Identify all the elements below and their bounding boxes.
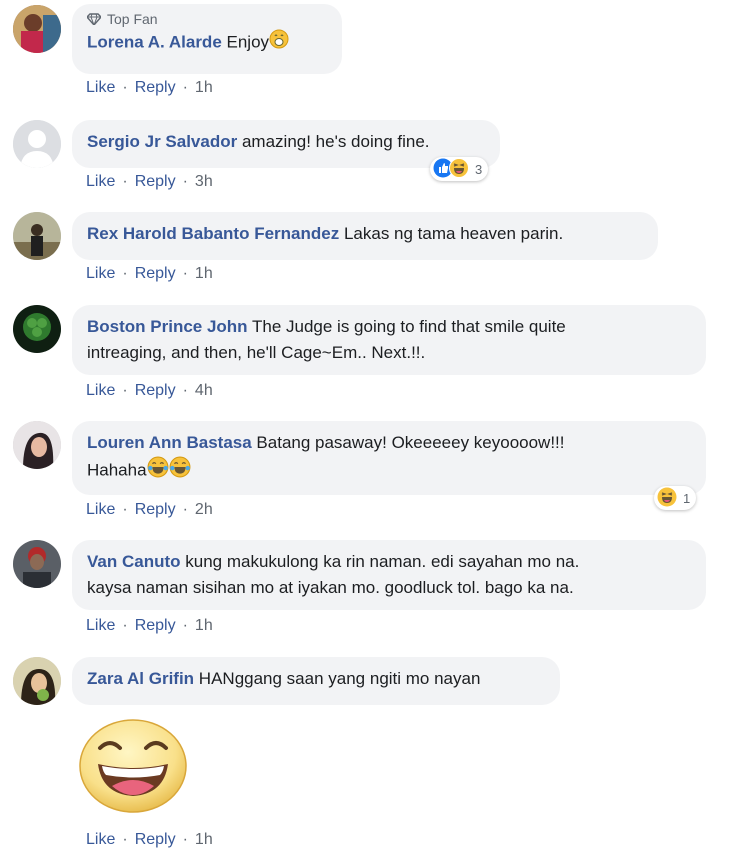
tears-of-joy-emoji-icon <box>169 456 191 486</box>
like-link[interactable]: Like <box>86 173 115 190</box>
comment-actions: Like · Reply · 1h <box>86 264 213 284</box>
comment-text: Lakas ng tama heaven parin. <box>343 224 564 243</box>
reply-link[interactable]: Reply <box>135 501 176 518</box>
reply-link[interactable]: Reply <box>135 382 176 399</box>
avatar[interactable] <box>13 657 61 705</box>
reply-link[interactable]: Reply <box>135 265 176 282</box>
separator: · <box>122 382 128 399</box>
haha-reaction-icon <box>657 487 677 510</box>
top-fan-label: Top Fan <box>107 11 158 27</box>
comment-actions: Like · Reply · 3h <box>86 172 213 192</box>
comment-actions: Like · Reply · 4h <box>86 381 213 401</box>
reply-link[interactable]: Reply <box>135 173 176 190</box>
comment-text: HANggang saan yang ngiti mo nayan <box>198 669 481 688</box>
smiley-sticker-icon[interactable] <box>78 714 188 814</box>
timestamp[interactable]: 2h <box>195 501 213 518</box>
timestamp[interactable]: 1h <box>195 265 213 282</box>
timestamp[interactable]: 3h <box>195 173 213 190</box>
reply-link[interactable]: Reply <box>135 831 176 848</box>
comment-text: amazing! he's doing fine. <box>241 132 430 151</box>
separator: · <box>122 617 128 634</box>
separator: · <box>182 831 188 848</box>
comment-text: The Judge is going to find that smile qu… <box>252 317 566 336</box>
separator: · <box>122 173 128 190</box>
reaction-summary[interactable]: 3 <box>430 157 489 181</box>
comment-actions: Like · Reply · 2h <box>86 500 213 520</box>
commenter-name[interactable]: Sergio Jr Salvador <box>87 132 237 151</box>
like-link[interactable]: Like <box>86 501 115 518</box>
separator: · <box>182 265 188 282</box>
like-link[interactable]: Like <box>86 831 115 848</box>
comment-actions: Like · Reply · 1h <box>86 616 213 636</box>
reaction-count: 1 <box>683 490 691 506</box>
comment-bubble: Zara Al Grifin HANggang saan yang ngiti … <box>72 657 560 705</box>
smile-emoji-icon <box>269 29 289 57</box>
reaction-count: 3 <box>475 161 483 177</box>
diamond-icon <box>87 13 101 25</box>
top-fan-badge: Top Fan <box>87 10 326 28</box>
separator: · <box>182 617 188 634</box>
commenter-name[interactable]: Lorena A. Alarde <box>87 32 222 51</box>
separator: · <box>122 501 128 518</box>
commenter-name[interactable]: Van Canuto <box>87 552 181 571</box>
like-link[interactable]: Like <box>86 382 115 399</box>
like-link[interactable]: Like <box>86 617 115 634</box>
avatar[interactable] <box>13 305 61 353</box>
tears-of-joy-emoji-icon <box>147 456 169 486</box>
timestamp[interactable]: 1h <box>195 617 213 634</box>
reaction-summary[interactable]: 1 <box>654 486 697 510</box>
comment-bubble: Van Canuto kung makukulong ka rin naman.… <box>72 540 706 610</box>
comment-bubble: Boston Prince John The Judge is going to… <box>72 305 706 375</box>
avatar[interactable] <box>13 212 61 260</box>
separator: · <box>182 173 188 190</box>
comment-text-line2: Hahaha <box>87 460 147 480</box>
avatar[interactable] <box>13 5 61 53</box>
avatar[interactable] <box>13 421 61 469</box>
comment-text: Enjoy <box>226 32 270 52</box>
comment-bubble: Top Fan Lorena A. Alarde Enjoy <box>72 4 342 74</box>
commenter-name[interactable]: Rex Harold Babanto Fernandez <box>87 224 339 243</box>
timestamp[interactable]: 1h <box>195 79 213 96</box>
separator: · <box>122 79 128 96</box>
like-link[interactable]: Like <box>86 79 115 96</box>
comment-text-line2: intreaging, and then, he'll Cage~Em.. Ne… <box>87 343 426 362</box>
comment-text: Batang pasaway! Okeeeeey keyoooow!!! <box>256 433 565 452</box>
timestamp[interactable]: 4h <box>195 382 213 399</box>
reply-link[interactable]: Reply <box>135 617 176 634</box>
comment-actions: Like · Reply · 1h <box>86 78 213 98</box>
separator: · <box>122 265 128 282</box>
commenter-name[interactable]: Louren Ann Bastasa <box>87 433 252 452</box>
commenter-name[interactable]: Boston Prince John <box>87 317 248 336</box>
separator: · <box>182 501 188 518</box>
avatar[interactable] <box>13 540 61 588</box>
separator: · <box>182 79 188 96</box>
comment-text: kung makukulong ka rin naman. edi sayaha… <box>185 552 580 571</box>
commenter-name[interactable]: Zara Al Grifin <box>87 669 194 688</box>
comment-bubble: Louren Ann Bastasa Batang pasaway! Okeee… <box>72 421 706 495</box>
comment-text-line2: kaysa naman sisihan mo at iyakan mo. goo… <box>87 578 574 597</box>
timestamp[interactable]: 1h <box>195 831 213 848</box>
separator: · <box>182 382 188 399</box>
like-link[interactable]: Like <box>86 265 115 282</box>
avatar[interactable] <box>13 120 61 168</box>
haha-reaction-icon <box>449 157 469 181</box>
separator: · <box>122 831 128 848</box>
comment-bubble: Rex Harold Babanto Fernandez Lakas ng ta… <box>72 212 658 260</box>
reply-link[interactable]: Reply <box>135 79 176 96</box>
comment-actions: Like · Reply · 1h <box>86 830 213 850</box>
